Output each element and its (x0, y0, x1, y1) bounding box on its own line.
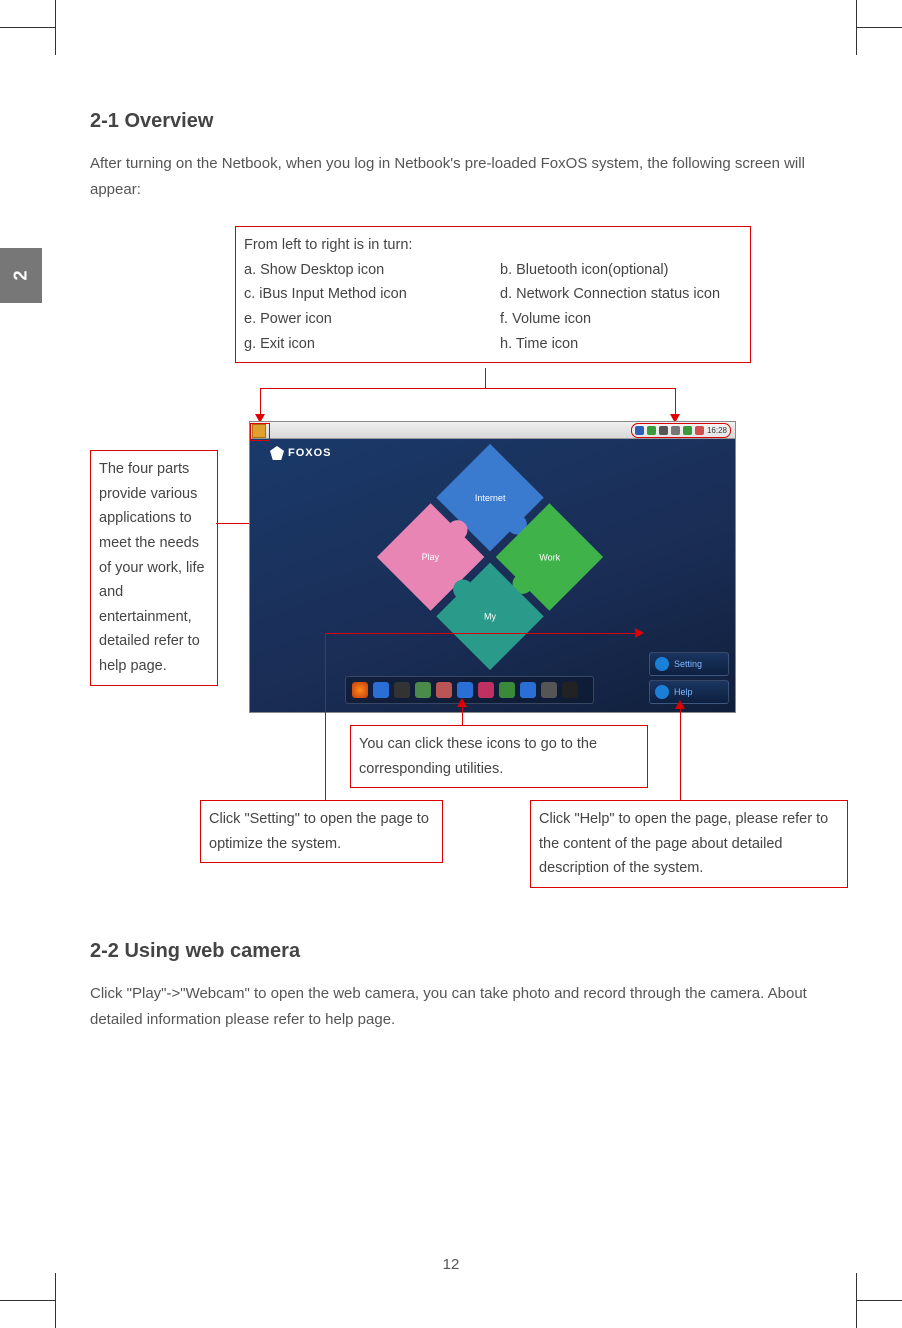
callout-four-parts-text: The four parts provide various applicati… (99, 461, 205, 674)
section-1-intro: After turning on the Netbook, when you l… (90, 151, 842, 202)
arrow-head-icon (675, 700, 685, 709)
show-desktop-highlight (250, 423, 270, 441)
fox-icon (270, 446, 284, 460)
arrow-line (325, 633, 326, 800)
network-status-icon[interactable] (659, 426, 668, 435)
dock-app-icon[interactable] (478, 682, 494, 698)
callout-dock-text: You can click these icons to go to the c… (359, 736, 597, 777)
callout-dock: You can click these icons to go to the c… (350, 725, 648, 788)
chapter-number: 2 (10, 270, 31, 280)
volume-icon[interactable] (683, 426, 692, 435)
tray-item-g: g. Exit icon (244, 332, 500, 357)
dock-app-icon[interactable] (520, 682, 536, 698)
callout-four-parts: The four parts provide various applicati… (90, 450, 218, 686)
puzzle-label: My (484, 611, 496, 621)
help-button[interactable]: Help (649, 680, 729, 704)
tray-item-b: b. Bluetooth icon(optional) (500, 258, 742, 283)
callout-help-text: Click "Help" to open the page, please re… (539, 811, 828, 876)
dock-firefox-icon[interactable] (352, 682, 368, 698)
arrow-line (260, 388, 261, 414)
dock-app-icon[interactable] (499, 682, 515, 698)
system-tray: 16:28 (250, 422, 735, 439)
dock-app-icon[interactable] (394, 682, 410, 698)
tray-item-f: f. Volume icon (500, 307, 742, 332)
dock-app-icon[interactable] (415, 682, 431, 698)
page-number: 12 (0, 1256, 902, 1273)
arrow-line (260, 388, 675, 389)
section-2-heading: 2-2 Using web camera (90, 940, 842, 963)
dock-app-icon[interactable] (457, 682, 473, 698)
tray-item-h: h. Time icon (500, 332, 742, 357)
section-2-body: Click "Play"->"Webcam" to open the web c… (90, 981, 842, 1032)
dock (345, 676, 594, 704)
puzzle-label: Work (539, 552, 560, 562)
gear-icon (655, 657, 669, 671)
callout-tray-intro: From left to right is in turn: (244, 233, 742, 258)
launcher-puzzle: Internet Work Play My (377, 444, 603, 670)
puzzle-label: Play (422, 552, 440, 562)
dock-app-icon[interactable] (562, 682, 578, 698)
tray-item-a: a. Show Desktop icon (244, 258, 500, 283)
dock-app-icon[interactable] (436, 682, 452, 698)
power-icon[interactable] (671, 426, 680, 435)
foxos-desktop-screenshot: 16:28 FOXOS Internet Work Play My Settin… (250, 422, 735, 712)
tray-item-d: d. Network Connection status icon (500, 282, 742, 307)
tray-right-group: 16:28 (631, 423, 731, 438)
puzzle-label: Internet (475, 493, 506, 503)
callout-setting: Click "Setting" to open the page to opti… (200, 800, 443, 863)
arrow-head-icon (457, 698, 467, 707)
setting-button[interactable]: Setting (649, 652, 729, 676)
chapter-tab: 2 (0, 248, 42, 303)
dock-app-icon[interactable] (373, 682, 389, 698)
tray-item-c: c. iBus Input Method icon (244, 282, 500, 307)
section-1-heading: 2-1 Overview (90, 110, 842, 133)
dock-app-icon[interactable] (541, 682, 557, 698)
arrow-head-icon (635, 628, 644, 638)
callout-tray-icons: From left to right is in turn: a. Show D… (235, 226, 751, 363)
setting-label: Setting (674, 659, 702, 669)
arrow-line (680, 709, 681, 800)
arrow-line (485, 368, 486, 388)
tray-time: 16:28 (707, 426, 727, 435)
foxos-logo-text: FOXOS (288, 447, 332, 459)
tray-item-e: e. Power icon (244, 307, 500, 332)
help-label: Help (674, 687, 693, 697)
bluetooth-icon[interactable] (635, 426, 644, 435)
help-icon (655, 685, 669, 699)
arrow-line (462, 707, 463, 725)
foxos-logo: FOXOS (270, 446, 332, 460)
arrow-line (675, 388, 676, 414)
ibus-icon[interactable] (647, 426, 656, 435)
callout-setting-text: Click "Setting" to open the page to opti… (209, 811, 429, 852)
arrow-line (325, 633, 635, 634)
exit-icon[interactable] (695, 426, 704, 435)
callout-help: Click "Help" to open the page, please re… (530, 800, 848, 888)
